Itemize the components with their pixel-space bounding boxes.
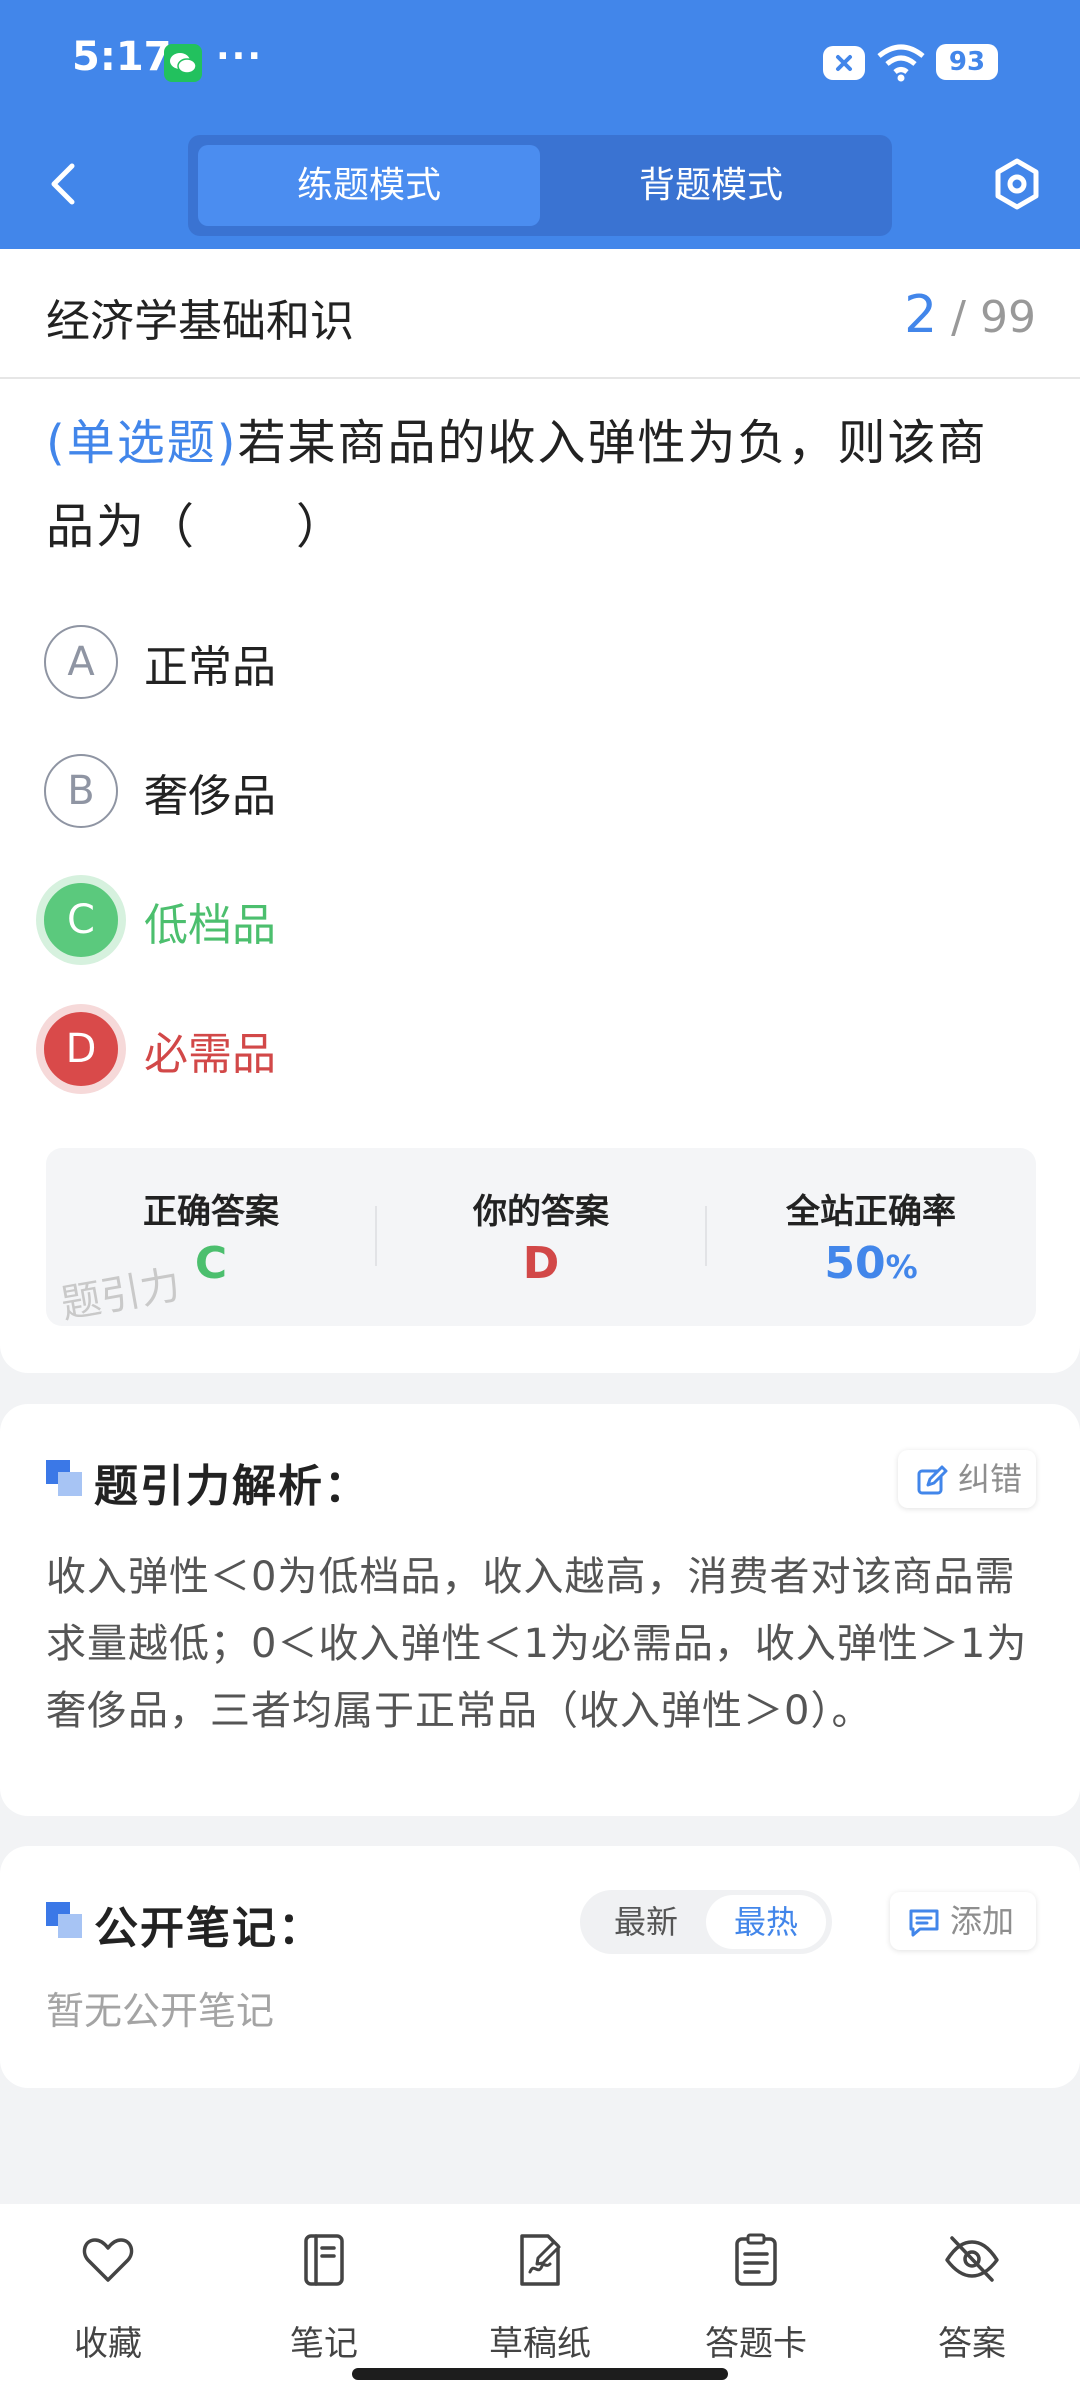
report-error-button[interactable]: 纠错 bbox=[898, 1450, 1036, 1508]
settings-icon[interactable] bbox=[990, 156, 1044, 212]
option-b[interactable]: B 奢侈品 bbox=[44, 754, 944, 834]
accuracy-label: 全站正确率 bbox=[786, 1192, 956, 1232]
add-note-button[interactable]: 添加 bbox=[890, 1892, 1036, 1950]
option-label: 正常品 bbox=[144, 642, 276, 693]
your-answer-col: 你的答案 D bbox=[376, 1148, 706, 1326]
option-letter: B bbox=[44, 754, 118, 828]
status-bar: 5:17 ··· 93 bbox=[0, 0, 1080, 125]
back-icon[interactable] bbox=[40, 156, 90, 212]
notes-title: 公开笔记： bbox=[94, 1903, 324, 1954]
nav-draft-paper[interactable]: 草稿纸 bbox=[432, 2224, 648, 2374]
accuracy-value: 50% bbox=[706, 1238, 1036, 1289]
notes-sort-toggle: 最新 最热 bbox=[580, 1890, 832, 1954]
nav-notes[interactable]: 笔记 bbox=[216, 2224, 432, 2374]
option-letter: A bbox=[44, 625, 118, 699]
close-badge-icon bbox=[823, 46, 865, 80]
app-header: 5:17 ··· 93 练题模式 背题模式 bbox=[0, 0, 1080, 249]
nav-label: 答题卡 bbox=[705, 2324, 807, 2364]
option-a[interactable]: A 正常品 bbox=[44, 625, 944, 705]
question-progress[interactable]: 2 / 99 bbox=[904, 285, 1036, 345]
nav-answer-sheet[interactable]: 答题卡 bbox=[648, 2224, 864, 2374]
sort-latest[interactable]: 最新 bbox=[586, 1895, 706, 1949]
progress-total: 99 bbox=[980, 292, 1036, 343]
add-note-label: 添加 bbox=[950, 1902, 1015, 1940]
accuracy-unit: % bbox=[885, 1248, 918, 1286]
tab-memorize-mode[interactable]: 背题模式 bbox=[540, 145, 882, 226]
progress-current: 2 bbox=[904, 285, 938, 345]
option-label: 低档品 bbox=[144, 900, 276, 951]
question-text: (单选题)若某商品的收入弹性为负，则该商品为（ ） bbox=[46, 401, 1036, 569]
battery-icon: 93 bbox=[936, 44, 998, 80]
question-card: 经济学基础和识 2 / 99 (单选题)若某商品的收入弹性为负，则该商品为（ ）… bbox=[0, 249, 1080, 1373]
subject-title: 经济学基础和识 bbox=[46, 296, 354, 347]
notebook-icon bbox=[304, 2234, 344, 2286]
nav-favorite[interactable]: 收藏 bbox=[0, 2224, 216, 2374]
nav-label: 笔记 bbox=[290, 2324, 358, 2364]
nav-label: 草稿纸 bbox=[489, 2324, 591, 2364]
section-squares-icon bbox=[46, 1460, 84, 1498]
option-label: 奢侈品 bbox=[144, 771, 276, 822]
home-indicator[interactable] bbox=[352, 2368, 728, 2380]
accuracy-col: 全站正确率 50% bbox=[706, 1148, 1036, 1326]
accuracy-number: 50 bbox=[824, 1238, 886, 1289]
empty-notes-text: 暂无公开笔记 bbox=[46, 1989, 275, 2033]
public-notes-card: 公开笔记： 最新 最热 添加 暂无公开笔记 bbox=[0, 1846, 1080, 2088]
wechat-icon bbox=[164, 44, 202, 82]
report-error-label: 纠错 bbox=[958, 1460, 1023, 1498]
answer-sheet-icon bbox=[735, 2233, 777, 2286]
your-answer-label: 你的答案 bbox=[473, 1192, 609, 1232]
analysis-card: 题引力解析： 纠错 收入弹性＜0为低档品，收入越高，消费者对该商品需求量越低；0… bbox=[0, 1404, 1080, 1816]
wifi-icon bbox=[876, 44, 926, 86]
heart-icon bbox=[82, 2238, 134, 2282]
progress-separator: / bbox=[951, 292, 966, 343]
nav-label: 答案 bbox=[938, 2324, 1006, 2364]
option-letter: C bbox=[44, 883, 118, 957]
eye-off-icon bbox=[945, 2236, 999, 2282]
section-squares-icon bbox=[46, 1902, 84, 1940]
nav-label: 收藏 bbox=[74, 2324, 142, 2364]
nav-answer[interactable]: 答案 bbox=[864, 2224, 1080, 2374]
analysis-title: 题引力解析： bbox=[94, 1461, 370, 1512]
option-c[interactable]: C 低档品 bbox=[44, 883, 944, 963]
page: 5:17 ··· 93 练题模式 背题模式 经济学基础和识 2 / 99 (单选… bbox=[0, 0, 1080, 2400]
answer-summary: 正确答案 C 你的答案 D 全站正确率 50% 题引力 bbox=[46, 1148, 1036, 1328]
draft-paper-icon bbox=[520, 2234, 561, 2286]
option-label: 必需品 bbox=[144, 1029, 276, 1080]
question-type: (单选题) bbox=[46, 415, 238, 471]
sort-hot[interactable]: 最热 bbox=[706, 1895, 826, 1949]
status-more-dots: ··· bbox=[216, 36, 264, 77]
tab-practice-mode[interactable]: 练题模式 bbox=[198, 145, 540, 226]
option-d[interactable]: D 必需品 bbox=[44, 1012, 944, 1092]
option-letter: D bbox=[44, 1012, 118, 1086]
your-answer-value: D bbox=[522, 1238, 560, 1289]
subject-row: 经济学基础和识 2 / 99 bbox=[0, 249, 1080, 379]
correct-answer-label: 正确答案 bbox=[143, 1192, 279, 1232]
analysis-text: 收入弹性＜0为低档品，收入越高，消费者对该商品需求量越低；0＜收入弹性＜1为必需… bbox=[46, 1554, 1028, 1734]
mode-switch: 练题模式 背题模式 bbox=[188, 135, 892, 236]
status-time: 5:17 bbox=[72, 34, 172, 80]
